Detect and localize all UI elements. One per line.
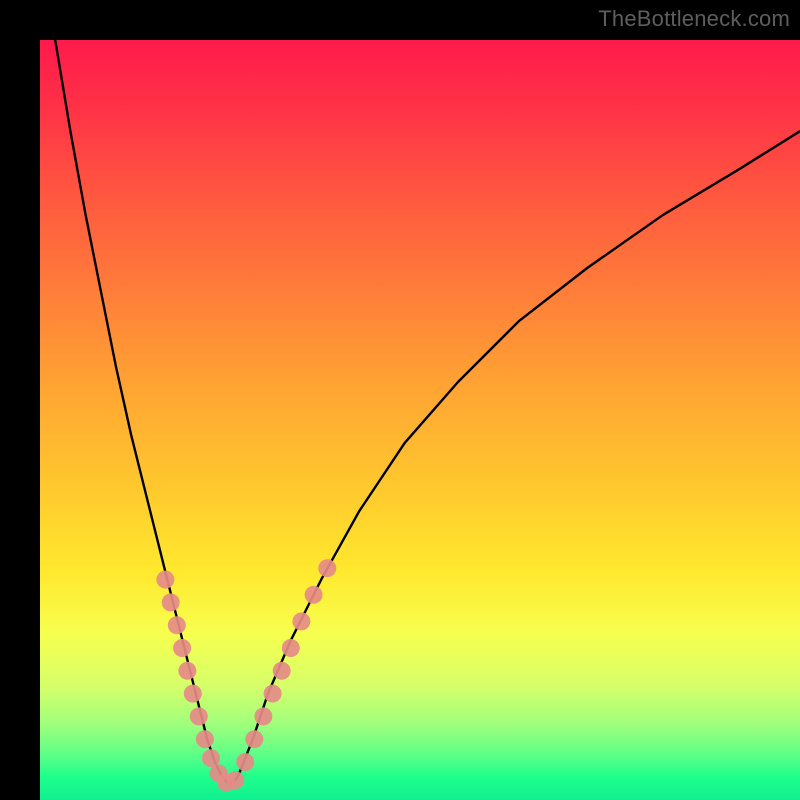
plot-area xyxy=(40,40,800,800)
data-marker xyxy=(282,639,300,657)
data-marker xyxy=(292,612,310,630)
data-marker xyxy=(254,707,272,725)
data-marker xyxy=(190,707,208,725)
data-marker xyxy=(226,771,244,789)
curve-overlay xyxy=(40,40,800,800)
data-marker xyxy=(245,730,263,748)
bottleneck-curve xyxy=(55,40,800,785)
data-marker xyxy=(318,559,336,577)
data-marker xyxy=(264,685,282,703)
data-marker xyxy=(196,730,214,748)
data-marker xyxy=(168,616,186,634)
chart-frame: TheBottleneck.com xyxy=(0,0,800,800)
data-marker xyxy=(184,685,202,703)
data-marker xyxy=(156,571,174,589)
data-marker xyxy=(178,662,196,680)
watermark-text: TheBottleneck.com xyxy=(598,6,790,32)
data-marker xyxy=(273,662,291,680)
data-marker xyxy=(173,639,191,657)
data-marker xyxy=(236,753,254,771)
data-marker xyxy=(162,593,180,611)
data-marker xyxy=(305,586,323,604)
